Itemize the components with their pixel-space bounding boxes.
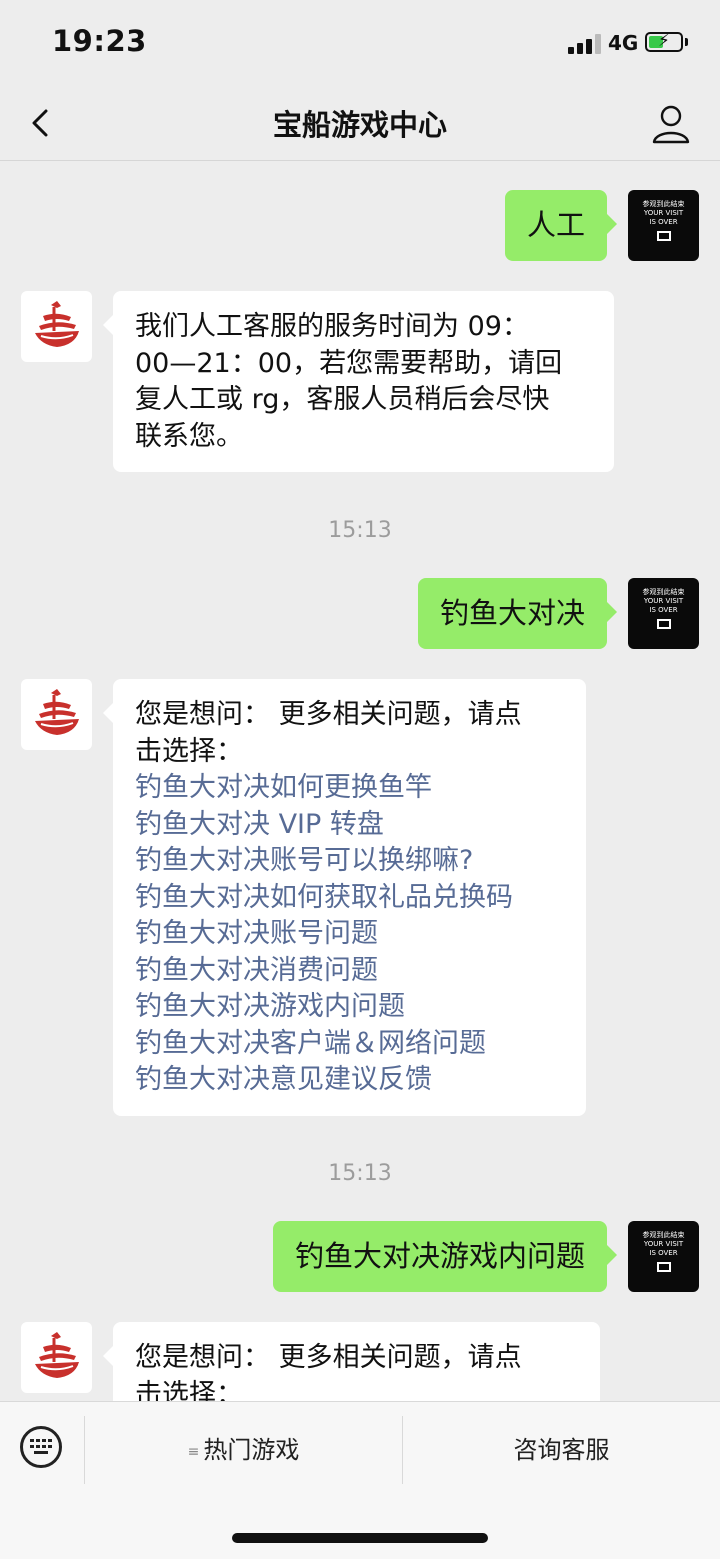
bot-text-line: 我们人工客服的服务时间为 09：: [135, 311, 529, 342]
faq-link[interactable]: 钓鱼大对决 VIP 转盘: [135, 807, 564, 844]
faq-link[interactable]: 钓鱼大对决账号可以换绑嘛?: [135, 843, 564, 880]
user-avatar[interactable]: 参观到此结束 YOUR VISIT IS OVER: [628, 578, 699, 649]
faq-link[interactable]: 钓鱼大对决意见建议反馈: [135, 1062, 564, 1099]
user-avatar[interactable]: 参观到此结束 YOUR VISIT IS OVER: [628, 190, 699, 261]
avatar-text-line2: YOUR VISIT: [643, 1240, 684, 1248]
timestamp: 15:13: [328, 518, 392, 543]
ship-logo-icon: [35, 689, 79, 735]
menu-hot-games[interactable]: ≡ 热门游戏: [85, 1422, 402, 1478]
faq-link[interactable]: 钓鱼大对决游戏内问题: [135, 989, 564, 1026]
bot-message-bubble: 我们人工客服的服务时间为 09： 00—21：00，若您需要帮助，请回 复人工或…: [103, 291, 614, 472]
user-message-bubble[interactable]: 钓鱼大对决游戏内问题: [272, 1221, 618, 1292]
screen-icon: [656, 619, 671, 629]
signal-icon: [568, 34, 602, 54]
user-avatar[interactable]: 参观到此结束 YOUR VISIT IS OVER: [628, 1221, 699, 1292]
bot-text-line: 00—21：00，若您需要帮助，请回: [135, 347, 563, 379]
avatar-text-line1: 参观到此结束: [642, 588, 685, 596]
bot-intro-line: 您是想问： 更多相关问题，请点: [135, 1342, 522, 1373]
profile-icon[interactable]: [648, 102, 694, 146]
avatar-text-line1: 参观到此结束: [642, 1231, 685, 1239]
avatar-text-line3: IS OVER: [649, 606, 678, 614]
faq-link[interactable]: 钓鱼大对决消费问题: [135, 953, 564, 990]
faq-link[interactable]: 钓鱼大对决账号问题: [135, 916, 564, 953]
user-message-bubble[interactable]: 钓鱼大对决: [417, 578, 618, 649]
faq-link[interactable]: 钓鱼大对决如何获取礼品兑换码: [135, 880, 564, 917]
bot-text-line: 复人工或 rg，客服人员稍后会尽快: [135, 384, 550, 415]
menu-customer-service-label: 咨询客服: [513, 1436, 610, 1464]
faq-link[interactable]: 钓鱼大对决如何更换鱼竿: [135, 770, 564, 807]
ship-logo-icon: [35, 301, 79, 347]
avatar-text-line1: 参观到此结束: [642, 200, 685, 208]
battery-icon: ⚡: [645, 31, 683, 52]
bot-message-bubble: 您是想问： 更多相关问题，请点 击选择： 钓鱼大对决如何更换鱼竿 钓鱼大对决 V…: [103, 679, 586, 1116]
avatar-text-line2: YOUR VISIT: [643, 209, 684, 217]
menu-customer-service[interactable]: 咨询客服: [403, 1422, 720, 1478]
avatar-text-line3: IS OVER: [649, 1249, 678, 1257]
bot-text-line: 联系您。: [135, 420, 243, 452]
faq-link[interactable]: 钓鱼大对决客户端＆网络问题: [135, 1026, 564, 1063]
bot-intro-line: 您是想问： 更多相关问题，请点: [135, 699, 522, 730]
list-icon: ≡: [187, 1444, 200, 1460]
ship-logo-icon: [35, 1332, 79, 1378]
screen-icon: [656, 1262, 671, 1272]
user-message-bubble[interactable]: 人工: [504, 190, 618, 261]
status-time: 19:23: [52, 24, 147, 58]
page-title: 宝船游戏中心: [272, 108, 447, 142]
network-label: 4G: [608, 31, 639, 55]
avatar-text-line3: IS OVER: [649, 218, 678, 226]
battery-tip: [685, 38, 688, 46]
bot-avatar[interactable]: [21, 1322, 92, 1393]
menu-hot-games-label: 热门游戏: [203, 1436, 300, 1464]
bot-avatar[interactable]: [21, 679, 92, 750]
status-bar: 19:23 4G ⚡: [0, 0, 720, 88]
bot-intro-line: 击选择：: [135, 735, 243, 767]
keyboard-icon[interactable]: [20, 1426, 62, 1468]
screen-icon: [656, 231, 671, 241]
nav-bar: 宝船游戏中心: [0, 88, 720, 161]
bot-avatar[interactable]: [21, 291, 92, 362]
avatar-text-line2: YOUR VISIT: [643, 597, 684, 605]
timestamp: 15:13: [328, 1161, 392, 1186]
home-indicator: [232, 1533, 488, 1543]
